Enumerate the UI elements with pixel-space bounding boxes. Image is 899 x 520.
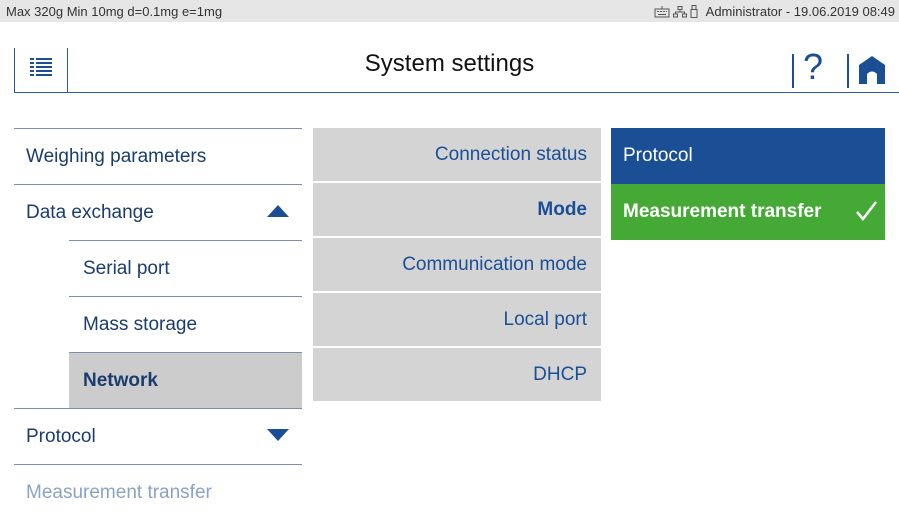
nav-item-label: Weighing parameters <box>26 145 207 167</box>
option-communication-mode[interactable]: Communication mode <box>313 238 601 293</box>
nav-item-protocol[interactable]: Protocol <box>14 408 302 464</box>
mode-values: Protocol Measurement transfer <box>611 128 885 240</box>
option-local-port[interactable]: Local port <box>313 293 601 348</box>
value-measurement-transfer[interactable]: Measurement transfer <box>611 184 885 240</box>
triangle-down-icon <box>266 426 290 448</box>
nav-item-label: Protocol <box>26 425 96 447</box>
nav-item-serial-port[interactable]: Serial port <box>69 240 302 296</box>
nav-item-data-exchange[interactable]: Data exchange <box>14 184 302 240</box>
value-group-header: Protocol <box>611 128 885 184</box>
option-dhcp[interactable]: DHCP <box>313 348 601 403</box>
nav-item-label: Data exchange <box>26 201 154 223</box>
nav-item-mass-storage[interactable]: Mass storage <box>69 296 302 352</box>
nav-item-network[interactable]: Network <box>69 352 302 408</box>
checkmark-icon <box>855 200 877 228</box>
usb-icon <box>690 5 698 18</box>
value-label: Measurement transfer <box>623 201 822 222</box>
page-title: System settings <box>364 50 535 77</box>
nav-item-weighing-parameters[interactable]: Weighing parameters <box>14 128 302 184</box>
home-icon <box>858 56 886 89</box>
header: System settings ? <box>0 22 899 94</box>
nav-item-label: Serial port <box>83 257 170 279</box>
status-right: Administrator - 19.06.2019 08:49 <box>654 4 895 19</box>
help-button[interactable]: ? <box>803 46 823 88</box>
option-mode[interactable]: Mode <box>313 183 601 238</box>
home-button[interactable] <box>858 55 886 90</box>
user-datetime: Administrator - 19.06.2019 08:49 <box>705 4 895 19</box>
option-connection-status[interactable]: Connection status <box>313 128 601 183</box>
network-icon <box>672 5 687 18</box>
nav-item-measurement-transfer[interactable]: Measurement transfer <box>14 464 302 520</box>
nav-item-label: Mass storage <box>83 313 198 335</box>
keyboard-icon <box>654 5 670 18</box>
divider <box>792 54 794 88</box>
settings-nav: Weighing parameters Data exchange Serial… <box>14 128 302 520</box>
triangle-up-icon <box>266 202 290 224</box>
nav-item-label: Measurement transfer <box>26 481 212 503</box>
divider <box>847 54 849 88</box>
network-options: Connection status Mode Communication mod… <box>313 128 601 403</box>
header-divider <box>66 92 899 93</box>
nav-item-label: Network <box>83 369 158 391</box>
status-bar: Max 320g Min 10mg d=0.1mg e=1mg Administ… <box>0 0 899 22</box>
scale-info: Max 320g Min 10mg d=0.1mg e=1mg <box>6 4 223 19</box>
status-icons <box>654 5 698 18</box>
